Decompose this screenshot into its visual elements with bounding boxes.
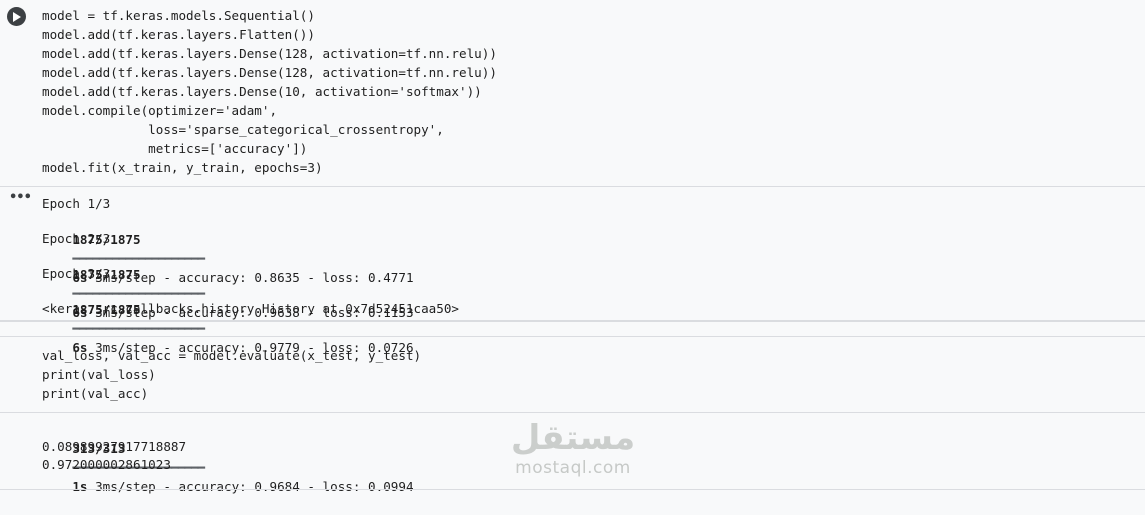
cell-2-bottom-divider: [0, 489, 1145, 490]
evaluate-time: 1s: [72, 479, 88, 494]
cell-2-output-divider: [0, 412, 1145, 413]
watermark-url: mostaql.com: [515, 458, 631, 478]
cell-1-output-divider: [0, 186, 1145, 187]
run-cell-button[interactable]: [7, 7, 26, 26]
code-line-7: loss='sparse_categorical_crossentropy',: [42, 122, 444, 137]
code-line-2: model.add(tf.keras.layers.Flatten()): [42, 27, 315, 42]
code-line-1: val_loss, val_acc = model.evaluate(x_tes…: [42, 348, 422, 363]
cell-2-top-divider: [0, 336, 1145, 337]
code-line-3: model.add(tf.keras.layers.Dense(128, act…: [42, 46, 497, 61]
code-line-9: model.fit(x_train, y_train, epochs=3): [42, 160, 323, 175]
more-horiz-icon[interactable]: •••: [9, 191, 32, 207]
code-line-5: model.add(tf.keras.layers.Dense(10, acti…: [42, 84, 482, 99]
code-line-6: model.compile(optimizer='adam',: [42, 103, 278, 118]
code-line-2: print(val_loss): [42, 367, 156, 382]
code-line-1: model = tf.keras.models.Sequential(): [42, 8, 315, 23]
code-line-8: metrics=['accuracy']): [42, 141, 308, 156]
code-line-3: print(val_acc): [42, 386, 149, 401]
mostaql-watermark: مستقل mostaql.com: [508, 418, 638, 488]
cell-separator: [0, 320, 1145, 322]
history-output: <keras.src.callbacks.history.History at …: [42, 301, 460, 316]
play-icon: [13, 11, 21, 22]
epoch-3-progress-bar: ━━━━━━━━━━━━━━━━━━━━: [72, 321, 205, 336]
val-loss-output: 0.08989927917718887: [42, 439, 187, 454]
val-acc-output: 0.972000002861023: [42, 457, 171, 472]
code-line-4: model.add(tf.keras.layers.Dense(128, act…: [42, 65, 497, 80]
evaluate-metrics: 3ms/step - accuracy: 0.9684 - loss: 0.09…: [87, 479, 414, 494]
watermark-logo: مستقل: [510, 418, 636, 458]
